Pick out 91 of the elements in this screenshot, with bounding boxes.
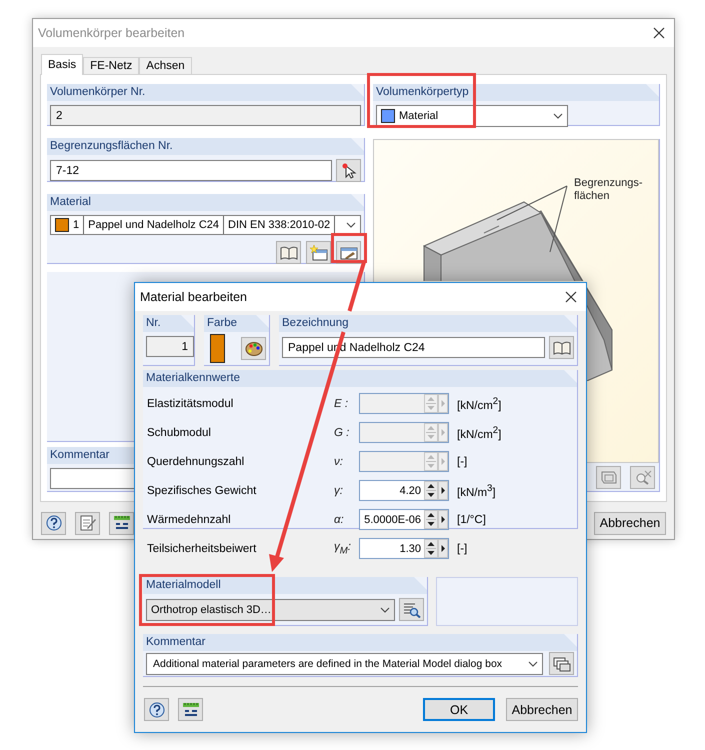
spin-arrows-icon[interactable]: [424, 510, 438, 529]
units-button[interactable]: [109, 512, 134, 534]
cancel-button[interactable]: Abbrechen: [506, 698, 578, 721]
units-icon: [112, 515, 130, 531]
cube-icon: [600, 469, 618, 485]
search-icon: [402, 602, 420, 618]
section-header: Kommentar: [143, 634, 577, 651]
model-dropdown[interactable]: Orthotrop elastisch 3D…: [146, 598, 395, 620]
details-button[interactable]: [399, 598, 424, 621]
close-icon[interactable]: [565, 291, 577, 303]
comment-dropdown[interactable]: Additional material parameters are defined in the Material Model dialog box: [146, 652, 543, 674]
book-icon: [552, 340, 570, 356]
tab[interactable]: Basis: [41, 54, 84, 75]
number-field[interactable]: 1: [146, 336, 194, 357]
unit-label: [kN/cm$^{2}$]: [456, 424, 502, 440]
section-header: Materialmodell: [143, 577, 427, 594]
help-button[interactable]: [41, 512, 66, 534]
window-title: Volumenkörper bearbeiten: [38, 26, 185, 40]
arrow-right-icon[interactable]: [438, 481, 448, 500]
section-header: Begrenzungsflächen Nr.: [47, 138, 364, 155]
property-label: Wärmedehnzahl: [146, 514, 232, 526]
number-input[interactable]: 4.20: [360, 481, 424, 500]
section-header: Volumenkörper Nr.: [47, 84, 364, 101]
zoom-icon: [634, 469, 652, 485]
close-icon[interactable]: [653, 27, 665, 39]
unit-label: [kN/m$^{3}$]: [456, 482, 497, 498]
units-button[interactable]: [178, 698, 203, 721]
palette-button[interactable]: [241, 337, 266, 360]
type-dropdown[interactable]: Material: [376, 105, 568, 127]
book-icon: [280, 244, 298, 260]
help-icon: [44, 515, 62, 531]
palette-icon: [244, 340, 262, 356]
section-header: Nr.: [143, 315, 194, 332]
tab[interactable]: Achsen: [139, 57, 192, 75]
number-spinner[interactable]: 1.30: [359, 538, 449, 559]
section-header: Volumenkörpertyp: [373, 84, 659, 101]
callout-label: Begrenzungs- flächen: [574, 177, 642, 203]
spin-arrows-icon[interactable]: [424, 481, 438, 500]
arrow-right-icon[interactable]: [438, 510, 448, 529]
number-input[interactable]: 1.30: [360, 539, 424, 558]
property-label: Schubmodul: [146, 426, 212, 438]
new-button[interactable]: [306, 241, 331, 264]
dialog-title: Material bearbeiten: [140, 290, 248, 304]
unit-label: [-]: [456, 542, 468, 554]
ok-button[interactable]: OK: [423, 698, 495, 721]
windows-icon: [552, 656, 570, 672]
library-button[interactable]: [549, 336, 574, 359]
unit-label: [kN/cm$^{2}$]: [456, 396, 502, 412]
cancel-button[interactable]: Abbrechen: [594, 512, 666, 534]
pointer-icon: [340, 162, 358, 178]
units-icon: [182, 702, 200, 718]
edit-window-icon: [340, 244, 358, 260]
notes-button[interactable]: [75, 512, 100, 534]
symbol-label: α:: [334, 514, 345, 526]
property-label: Elastizitätsmodul: [146, 398, 234, 410]
material-dropdown[interactable]: 1 Pappel und Nadelholz C24 DIN EN 338:2010-02: [50, 215, 361, 235]
text-field[interactable]: 7-12: [50, 160, 332, 181]
help-button[interactable]: [144, 698, 169, 721]
chevron-down-icon: [553, 113, 563, 119]
chevron-down-icon: [528, 660, 538, 666]
number-input[interactable]: 5.0000E-06: [360, 510, 424, 529]
symbol-label: γ$_{M}$:: [334, 540, 352, 556]
unit-label: [-]: [456, 456, 468, 468]
symbol-label: G :: [334, 426, 350, 438]
property-label: Spezifisches Gewicht: [146, 484, 258, 496]
help-icon: [148, 702, 166, 718]
notes-icon: [78, 515, 96, 531]
number-spinner[interactable]: 4.20: [359, 480, 449, 501]
highlight-frame: [331, 233, 367, 263]
number-field[interactable]: 2: [50, 105, 361, 126]
leader-line: [496, 185, 568, 253]
library-button[interactable]: [276, 241, 301, 264]
pick-button[interactable]: [336, 159, 361, 182]
section-header: Materialkennwerte: [143, 370, 577, 387]
symbol-label: γ:: [334, 484, 344, 496]
new-window-icon: [310, 244, 328, 260]
view-button[interactable]: [596, 466, 621, 488]
spin-arrows-icon[interactable]: [424, 539, 438, 558]
chevron-down-icon: [346, 222, 356, 228]
section-header: Farbe: [204, 315, 269, 332]
tab[interactable]: FE-Netz: [83, 57, 140, 75]
property-label: Teilsicherheitsbeiwert: [146, 542, 258, 554]
comments-button[interactable]: [549, 652, 574, 675]
number-spinner[interactable]: 5.0000E-06: [359, 509, 449, 530]
zoom-button[interactable]: [630, 466, 655, 488]
arrow-right-icon[interactable]: [438, 539, 448, 558]
chevron-down-icon: [380, 606, 390, 612]
unit-label: [1/°C]: [456, 514, 487, 526]
section-header: Material: [47, 194, 364, 211]
symbol-label: E :: [334, 398, 350, 410]
section-header: Bezeichnung: [279, 315, 577, 332]
